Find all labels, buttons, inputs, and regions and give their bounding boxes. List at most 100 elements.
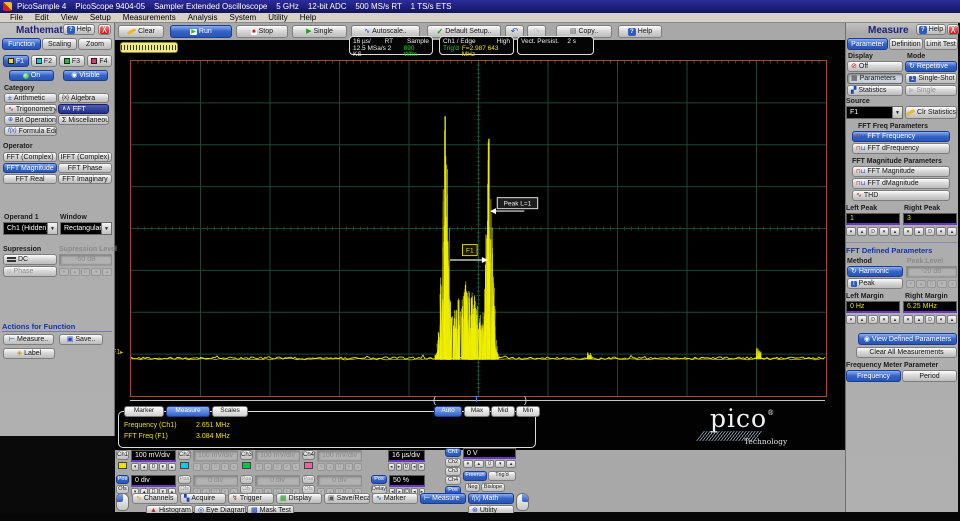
- left-margin-field[interactable]: 0 Hz: [846, 301, 900, 313]
- fft-magnitude-button[interactable]: ⊓⊔FFT Magnitude: [852, 166, 950, 177]
- category-trigonometry[interactable]: ∿Trigonometry: [4, 104, 57, 114]
- tab-definition[interactable]: Definition: [889, 38, 923, 50]
- trigger-bislope-button[interactable]: Bislope: [481, 483, 505, 492]
- ch3-offset-field[interactable]: 0 div: [255, 475, 300, 487]
- method-harmonic-button[interactable]: ↻Harmonic: [847, 266, 903, 277]
- indicator-right-bracket[interactable]: ): [524, 395, 527, 405]
- ch1-scale-field[interactable]: 100 mV/div: [131, 450, 176, 462]
- bottom-tab-acquire[interactable]: ▚Acquire: [180, 493, 226, 504]
- display-off-button[interactable]: ⊘Off: [847, 61, 903, 72]
- single-button[interactable]: ▶Single: [292, 25, 347, 38]
- right-margin-field[interactable]: 6.25 MHz: [903, 301, 957, 313]
- left-peak-field[interactable]: 1: [846, 213, 900, 225]
- operator-ifft-complex[interactable]: IFFT (Complex): [58, 152, 112, 162]
- menu-view[interactable]: View: [55, 13, 84, 22]
- right-peak-field[interactable]: 3: [903, 213, 957, 225]
- display-statistics-button[interactable]: ▞Statistics: [847, 85, 903, 96]
- bottom-tab-marker[interactable]: ∿Marker: [372, 493, 418, 504]
- ch4-offset-field[interactable]: 0 div: [317, 475, 362, 487]
- trigger-level-field[interactable]: 0 V: [463, 448, 516, 459]
- phase-button[interactable]: φPhase: [3, 266, 57, 277]
- display-parameters-button[interactable]: ▦Parameters: [847, 73, 903, 84]
- ch3-pos-button[interactable]: Pos: [240, 475, 253, 484]
- ch2-button[interactable]: Ch2: [178, 450, 191, 460]
- category-miscellaneous[interactable]: ΣMiscellaneous: [58, 115, 109, 125]
- peak-level-field[interactable]: -20 dB: [906, 266, 957, 278]
- mode-repetitive-button[interactable]: ↻Repetitive: [905, 61, 957, 72]
- menu-help[interactable]: Help: [294, 13, 322, 22]
- ch2-offset-field[interactable]: 0 div: [193, 475, 238, 487]
- save-action-button[interactable]: ▣Save..: [59, 334, 103, 345]
- function-on-button[interactable]: On: [9, 70, 54, 81]
- measure-help-button[interactable]: ?Help: [916, 24, 946, 35]
- right-margin-spinner[interactable]: ▾▴D▾▴: [903, 315, 957, 324]
- function-f4-button[interactable]: F4: [87, 55, 112, 67]
- trigger-trigd-button[interactable]: Trig'd: [488, 471, 516, 481]
- menu-edit[interactable]: Edit: [29, 13, 55, 22]
- fft-frequency-button[interactable]: ⊓⊔FFT Frequency: [852, 131, 950, 142]
- bottom-tab-display[interactable]: ▦Display: [276, 493, 322, 504]
- bottom-tab-channels[interactable]: ∿Channels: [132, 493, 178, 504]
- left-peak-spinner[interactable]: ▾▴D▾▴: [846, 227, 900, 236]
- ch1-pos-button[interactable]: Pos: [116, 475, 129, 484]
- tab-parameter[interactable]: Parameter: [847, 38, 888, 50]
- ch1-button[interactable]: Ch1: [116, 450, 129, 460]
- ch4-scale-field[interactable]: 100 mV/div: [317, 450, 362, 462]
- clear-button[interactable]: Clear: [118, 25, 164, 38]
- trigger-source-ch2[interactable]: Ch2: [445, 458, 461, 467]
- tab-limit-test[interactable]: Limit Test: [924, 38, 958, 50]
- stop-button[interactable]: ■Stop: [236, 25, 288, 38]
- peak-level-spinner[interactable]: ▾▴D▾▴: [906, 280, 957, 288]
- supression-level-field[interactable]: -50 dB: [59, 254, 112, 266]
- right-peak-spinner[interactable]: ▾▴D▾▴: [903, 227, 957, 236]
- waveform-overview-bar[interactable]: [120, 42, 178, 53]
- timebase-scale-field[interactable]: 16 µs/div: [388, 450, 425, 462]
- ch1-offset-field[interactable]: 0 div: [131, 475, 176, 487]
- operator-fft-magnitude[interactable]: FFT Magnitude: [3, 163, 57, 173]
- label-action-button[interactable]: ◈Label: [3, 348, 55, 359]
- ch2-scale-field[interactable]: 100 mV/div: [193, 450, 238, 462]
- category-formula-editor[interactable]: f(x)Formula Editor: [4, 126, 57, 136]
- mode-min[interactable]: Min: [516, 406, 540, 417]
- category-algebra[interactable]: {x}Algebra: [58, 93, 109, 103]
- mode-mid[interactable]: Mid: [491, 406, 515, 417]
- operator-fft-phase[interactable]: FFT Phase: [58, 163, 112, 173]
- operator-fft-complex[interactable]: FFT (Complex): [3, 152, 57, 162]
- menu-analysis[interactable]: Analysis: [182, 13, 224, 22]
- window-dropdown[interactable]: Rectangular▼: [60, 222, 112, 235]
- tab-zoom[interactable]: Zoom: [78, 38, 112, 50]
- trigger-source-ch3[interactable]: Ch3: [445, 467, 461, 476]
- source-dropdown[interactable]: F1▼: [846, 106, 903, 119]
- trigger-source-ch1[interactable]: Ch1: [445, 448, 461, 457]
- timebase-position-field[interactable]: 50 %: [389, 475, 425, 487]
- function-f3-button[interactable]: F3: [59, 55, 85, 67]
- view-defined-parameters-button[interactable]: ◉View Defined Parameters: [858, 333, 957, 345]
- trigger-freerun-button[interactable]: Freerun: [463, 471, 487, 481]
- menu-system[interactable]: System: [224, 13, 263, 22]
- mode-auto[interactable]: Auto: [434, 406, 462, 417]
- trigger-neg-button[interactable]: Neg: [465, 483, 480, 492]
- bottom-tab-save-recall[interactable]: ▣Save/Recall: [324, 493, 370, 504]
- operand1-dropdown[interactable]: Ch1 (Hidden)▼: [3, 222, 58, 235]
- method-peak-button[interactable]: IPeak: [847, 278, 903, 289]
- measure-action-button[interactable]: ⊢Measure..: [3, 334, 54, 345]
- operator-fft-imaginary[interactable]: FFT Imaginary: [58, 174, 112, 184]
- category-arithmetic[interactable]: ±Arithmetic: [4, 93, 57, 103]
- mode-single-button[interactable]: ▶Single: [905, 85, 957, 96]
- trigger-position-marker[interactable]: T: [474, 395, 479, 404]
- clear-all-measurements-button[interactable]: Clear All Measurements: [856, 347, 957, 358]
- mode-max[interactable]: Max: [464, 406, 490, 417]
- math-help-button[interactable]: ?Help: [63, 24, 95, 35]
- menu-file[interactable]: File: [4, 13, 29, 22]
- dc-supression-button[interactable]: DC: [3, 254, 57, 265]
- ch3-scale-spinner[interactable]: ▾▴D▾▴: [255, 463, 300, 471]
- freq-meter-frequency-button[interactable]: Frequency: [846, 370, 901, 382]
- ch2-scale-spinner[interactable]: ▾▴D▾▴: [193, 463, 238, 471]
- indicator-left-bracket[interactable]: (: [433, 395, 436, 405]
- bottom-tab-trigger[interactable]: ↯Trigger: [228, 493, 274, 504]
- ch4-pos-button[interactable]: Pos: [302, 475, 315, 484]
- function-f1-button[interactable]: F1: [3, 55, 29, 67]
- tab-measure[interactable]: Measure: [166, 406, 210, 417]
- bottom-tab-measure[interactable]: ⊢Measure: [420, 493, 466, 504]
- timebase-pos-button[interactable]: Pos: [371, 475, 387, 484]
